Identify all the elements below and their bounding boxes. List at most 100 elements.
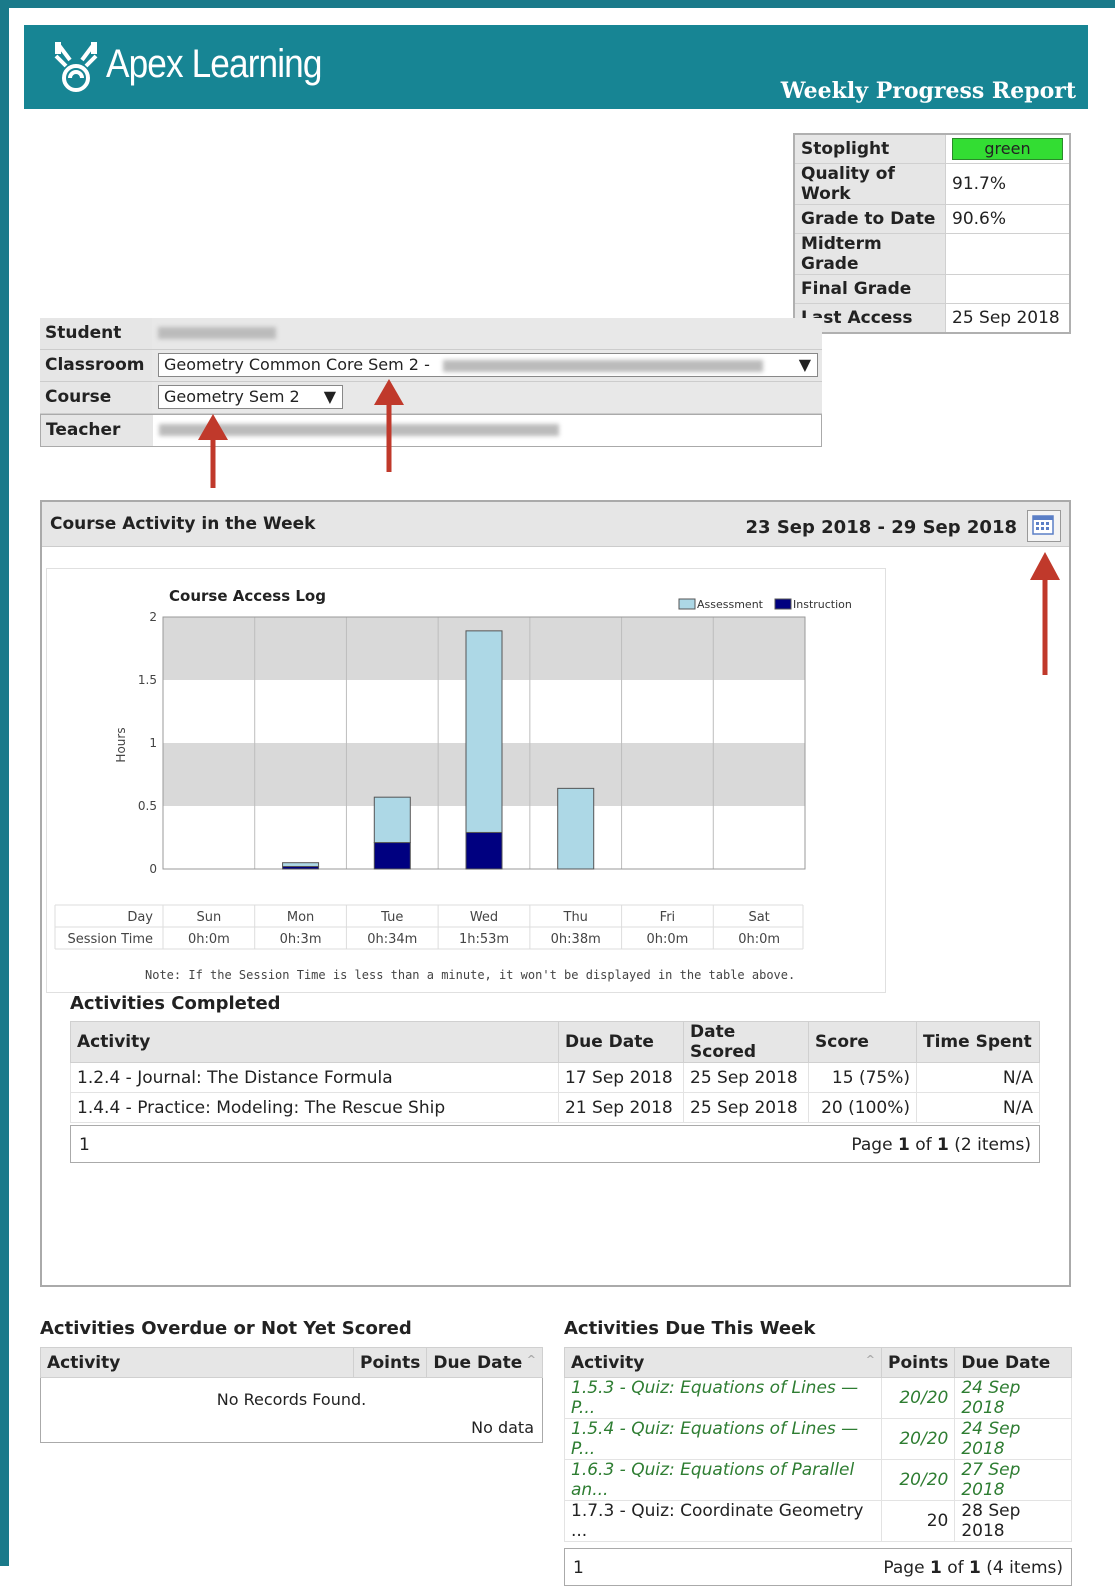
activity-cell: 1.2.4 - Journal: The Distance Formula (70, 1062, 559, 1093)
page-of: of (909, 1135, 937, 1155)
y-tick-label: 0 (149, 862, 157, 876)
bar-assessment (557, 787, 595, 870)
session-time: 0h:34m (367, 932, 417, 947)
session-day: Mon (287, 910, 314, 925)
table-row: 1.5.4 - Quiz: Equations of Lines — P... … (564, 1418, 1072, 1460)
activity-link[interactable]: 1.5.4 - Quiz: Equations of Lines — P... (564, 1418, 882, 1460)
col-activity-label: Activity (571, 1352, 645, 1373)
session-day: Sat (748, 910, 769, 925)
due-date-cell: 17 Sep 2018 (558, 1062, 684, 1093)
col-due-date[interactable]: Due Date (954, 1347, 1072, 1378)
page-items: (2 items) (948, 1135, 1031, 1155)
page-text: Page (851, 1135, 898, 1155)
due-date-cell: 28 Sep 2018 (954, 1500, 1072, 1542)
page-summary: Page 1 of 1 (2 items) (851, 1135, 1031, 1155)
overdue-table: Activity Points Due Date ^ (40, 1347, 543, 1378)
page-link[interactable]: 1 (79, 1135, 90, 1155)
activity-link[interactable]: 1.5.3 - Quiz: Equations of Lines — P... (564, 1377, 882, 1419)
col-due-date[interactable]: Due Date ^ (426, 1347, 543, 1378)
col-activity[interactable]: Activity (70, 1021, 559, 1063)
bar-instruction (465, 831, 503, 870)
col-due-date[interactable]: Due Date (558, 1021, 684, 1063)
calendar-button[interactable] (1027, 510, 1061, 542)
table-row: 1.2.4 - Journal: The Distance Formula 17… (70, 1062, 1040, 1093)
col-date-scored[interactable]: Date Scored (683, 1021, 809, 1063)
session-time: 0h:0m (188, 932, 230, 947)
panel-header: Course Activity in the Week 23 Sep 2018 … (42, 502, 1069, 547)
time-spent-cell: N/A (916, 1062, 1040, 1093)
points-cell: 20/20 (880, 1418, 956, 1460)
activity-link[interactable]: 1.7.3 - Quiz: Coordinate Geometry ... (564, 1500, 882, 1542)
page-text: Page (883, 1558, 930, 1578)
chart-title: Course Access Log (169, 587, 326, 605)
score-cell: 15 (75%) (808, 1062, 917, 1093)
panel-title: Course Activity in the Week (50, 514, 316, 534)
table-row: 1.7.3 - Quiz: Coordinate Geometry ... 20… (564, 1500, 1072, 1542)
course-access-chart: Course Access Log 0 0.5 1 1.5 2 Hours Assessmen… (46, 568, 886, 993)
table-header-row: Activity Due Date Date Scored Score Time… (70, 1021, 1040, 1063)
legend-label: Assessment (697, 598, 764, 611)
bar-assessment (282, 862, 320, 867)
completed-title: Activities Completed (70, 993, 281, 1014)
date-scored-cell: 25 Sep 2018 (683, 1062, 809, 1093)
completed-pager: 1 Page 1 of 1 (2 items) (70, 1125, 1040, 1163)
page-items: (4 items) (980, 1558, 1063, 1578)
page-link[interactable]: 1 (573, 1558, 584, 1578)
col-points[interactable]: Points (352, 1347, 428, 1378)
date-range: 23 Sep 2018 - 29 Sep 2018 (745, 517, 1017, 538)
session-time: 0h:38m (551, 932, 601, 947)
time-spent-cell: N/A (916, 1092, 1040, 1123)
points-cell: 20/20 (880, 1459, 956, 1501)
col-time-spent[interactable]: Time Spent (916, 1021, 1040, 1063)
completed-table-wrap: Activity Due Date Date Scored Score Time… (70, 1021, 1040, 1163)
arrow-course-head (198, 414, 228, 440)
table-row: 1.4.4 - Practice: Modeling: The Rescue S… (70, 1092, 1040, 1123)
col-points[interactable]: Points (880, 1347, 956, 1378)
page-of: of (941, 1558, 969, 1578)
y-axis-label: Hours (114, 727, 128, 762)
points-cell: 20/20 (880, 1377, 956, 1419)
no-records: No Records Found. (216, 1390, 367, 1409)
due-week-pager: 1 Page 1 of 1 (4 items) (564, 1548, 1072, 1586)
col-score[interactable]: Score (808, 1021, 917, 1063)
activity-cell: 1.4.4 - Practice: Modeling: The Rescue S… (70, 1092, 559, 1123)
session-time-label: Session Time (67, 932, 153, 947)
table-row: 1.6.3 - Quiz: Equations of Parallel an..… (564, 1459, 1072, 1501)
col-activity[interactable]: Activity (40, 1347, 354, 1378)
page-total: 1 (937, 1135, 949, 1155)
table-header-row: Activity ^ Points Due Date (564, 1347, 1072, 1378)
bar-assessment (373, 796, 411, 844)
col-due-date-label: Due Date (433, 1352, 523, 1373)
overdue-table-wrap: Activity Points Due Date ^ No Records Fou… (40, 1347, 543, 1443)
session-day: Fri (660, 910, 676, 925)
page-summary: Page 1 of 1 (4 items) (883, 1558, 1063, 1578)
completed-table: Activity Due Date Date Scored Score Time… (70, 1021, 1040, 1123)
col-activity[interactable]: Activity ^ (564, 1347, 882, 1378)
table-row: 1.5.3 - Quiz: Equations of Lines — P... … (564, 1377, 1072, 1419)
no-data: No data (471, 1418, 534, 1437)
bar-instruction (373, 842, 411, 870)
calendar-icon (1032, 515, 1054, 535)
sort-icon: ^ (865, 1352, 875, 1366)
due-week-title: Activities Due This Week (564, 1318, 816, 1339)
session-day: Wed (470, 910, 498, 925)
legend-swatch-instruction (774, 598, 792, 610)
points-cell: 20 (880, 1500, 956, 1542)
sort-icon: ^ (526, 1352, 536, 1366)
overdue-empty: No Records Found. No data (40, 1378, 543, 1443)
score-cell: 20 (100%) (808, 1092, 917, 1123)
overdue-title: Activities Overdue or Not Yet Scored (40, 1318, 412, 1339)
page-current: 1 (897, 1135, 910, 1155)
session-day: Sun (196, 910, 221, 925)
session-time: 0h:0m (647, 932, 689, 947)
chart-note: Note: If the Session Time is less than a… (145, 968, 795, 982)
activity-link[interactable]: 1.6.3 - Quiz: Equations of Parallel an..… (564, 1459, 882, 1501)
page-total: 1 (969, 1558, 981, 1578)
session-day-label: Day (127, 910, 153, 925)
due-date-cell: 24 Sep 2018 (954, 1377, 1072, 1419)
course-activity-panel: Course Activity in the Week 23 Sep 2018 … (40, 500, 1071, 1287)
due-date-cell: 21 Sep 2018 (558, 1092, 684, 1123)
y-tick-label: 1 (149, 736, 157, 750)
due-date-cell: 24 Sep 2018 (954, 1418, 1072, 1460)
session-time: 0h:3m (280, 932, 322, 947)
